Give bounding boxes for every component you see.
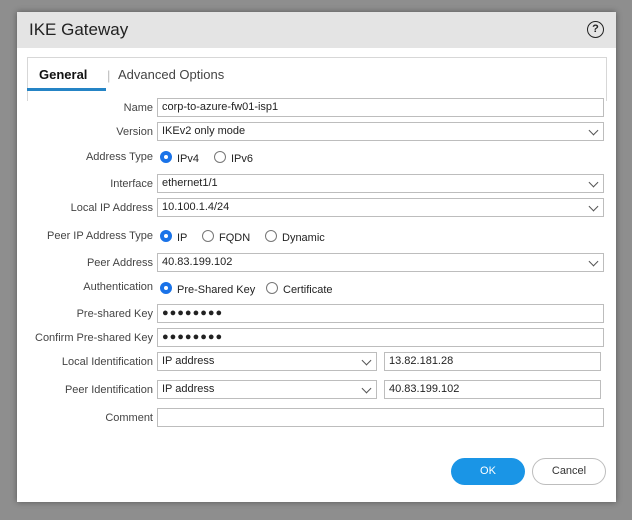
- active-tab-indicator: [27, 88, 106, 91]
- radio-unselected-icon: [265, 230, 277, 242]
- dialog-titlebar: IKE Gateway ?: [17, 12, 616, 48]
- dialog-title: IKE Gateway: [29, 20, 129, 39]
- name-label: Name: [123, 102, 153, 114]
- tab-separator: |: [107, 68, 111, 83]
- version-select[interactable]: IKEv2 only mode: [157, 122, 604, 141]
- address-type-label: Address Type: [85, 151, 153, 163]
- comment-label: Comment: [105, 412, 153, 424]
- psk-label: Pre-shared Key: [76, 308, 153, 320]
- interface-label: Interface: [110, 178, 153, 190]
- version-label: Version: [116, 126, 153, 138]
- tab-strip: General | Advanced Options: [27, 57, 607, 101]
- peer-address-label: Peer Address: [86, 257, 153, 269]
- radio-unselected-icon: [214, 151, 226, 163]
- peer-id-type-value: IP address: [162, 383, 215, 395]
- local-id-input[interactable]: 13.82.181.28: [384, 352, 601, 371]
- name-input[interactable]: corp-to-azure-fw01-isp1: [157, 98, 604, 117]
- peer-id-label: Peer Identification: [64, 384, 153, 396]
- psk-input[interactable]: ●●●●●●●●: [157, 304, 604, 323]
- comment-input[interactable]: [157, 408, 604, 427]
- chevron-down-icon: [588, 177, 599, 188]
- radio-unselected-icon: [266, 282, 278, 294]
- interface-select[interactable]: ethernet1/1: [157, 174, 604, 193]
- confirm-psk-input[interactable]: ●●●●●●●●: [157, 328, 604, 347]
- local-id-type-select[interactable]: IP address: [157, 352, 377, 371]
- peer-address-select[interactable]: 40.83.199.102: [157, 253, 604, 272]
- radio-selected-icon: [160, 282, 172, 294]
- peer-address-value: 40.83.199.102: [162, 256, 233, 268]
- tab-general[interactable]: General: [39, 67, 87, 82]
- ok-button[interactable]: OK: [451, 458, 525, 485]
- radio-unselected-icon: [202, 230, 214, 242]
- local-ip-select[interactable]: 10.100.1.4/24: [157, 198, 604, 217]
- chevron-down-icon: [588, 125, 599, 136]
- tab-advanced-options[interactable]: Advanced Options: [118, 67, 224, 82]
- local-id-type-value: IP address: [162, 355, 215, 367]
- chevron-down-icon: [361, 383, 372, 394]
- ike-gateway-dialog: IKE Gateway ? General | Advanced Options…: [17, 12, 616, 502]
- local-ip-value: 10.100.1.4/24: [162, 201, 230, 213]
- local-ip-label: Local IP Address: [70, 202, 153, 214]
- confirm-psk-label: Confirm Pre-shared Key: [35, 332, 153, 344]
- version-value: IKEv2 only mode: [162, 125, 246, 137]
- local-id-label: Local Identification: [61, 356, 153, 368]
- peer-id-type-select[interactable]: IP address: [157, 380, 377, 399]
- chevron-down-icon: [588, 256, 599, 267]
- radio-selected-icon: [160, 230, 172, 242]
- radio-selected-icon: [160, 151, 172, 163]
- peer-ip-type-label: Peer IP Address Type: [47, 230, 153, 242]
- chevron-down-icon: [588, 201, 599, 212]
- chevron-down-icon: [361, 355, 372, 366]
- help-icon[interactable]: ?: [587, 21, 604, 38]
- peer-id-input[interactable]: 40.83.199.102: [384, 380, 601, 399]
- authentication-label: Authentication: [83, 281, 153, 293]
- interface-value: ethernet1/1: [162, 177, 218, 189]
- cancel-button[interactable]: Cancel: [532, 458, 606, 485]
